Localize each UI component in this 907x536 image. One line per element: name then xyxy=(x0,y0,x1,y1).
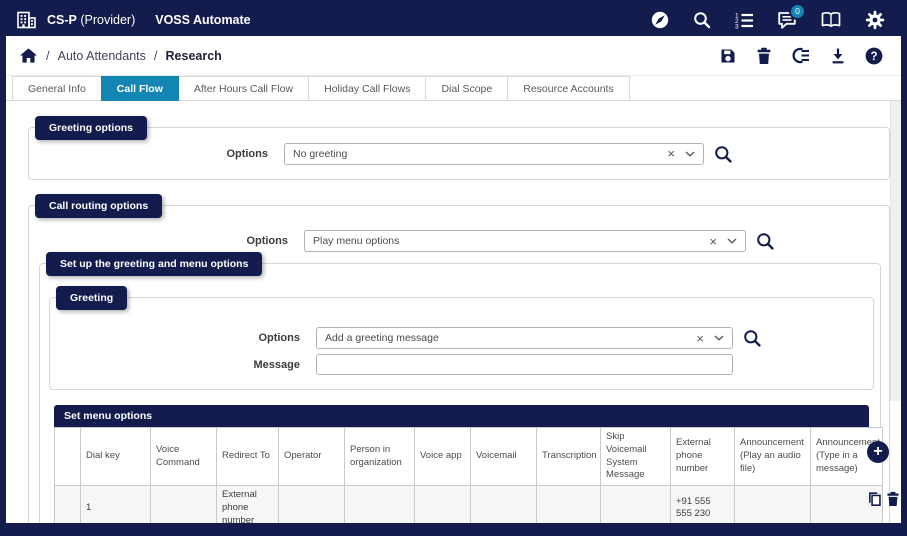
greeting-options-select[interactable]: No greeting × xyxy=(284,142,704,165)
column-header-person-in-organization: Person in organization xyxy=(344,426,415,487)
add-row-button[interactable]: + xyxy=(867,441,889,463)
table-cell-announcement-audio xyxy=(734,485,811,523)
top-bar: CS-P (Provider) VOSS Automate 1 2 3 0 xyxy=(6,0,901,36)
greeting-options-panel: Greeting options Options No greeting × xyxy=(28,116,890,180)
breadcrumb: / Auto Attendants / Research ? xyxy=(6,36,901,76)
set-menu-options-section: Set menu options Dial key Voice Command … xyxy=(54,405,899,523)
breadcrumb-research: Research xyxy=(165,48,222,63)
column-header-dial-key: Dial key xyxy=(80,426,151,487)
clear-icon[interactable]: × xyxy=(696,332,704,345)
tab-general-info[interactable]: General Info xyxy=(12,76,102,100)
app-title: VOSS Automate xyxy=(155,13,251,27)
download-icon[interactable] xyxy=(830,47,846,65)
clone-icon[interactable] xyxy=(791,47,811,64)
greeting-title: Greeting xyxy=(56,286,128,310)
lookup-search-icon[interactable] xyxy=(714,145,732,163)
chat-icon[interactable]: 0 xyxy=(777,4,804,30)
table-cell-external-phone: +91 555 555 230 xyxy=(670,485,735,523)
options-label: Options xyxy=(258,332,300,344)
building-icon[interactable] xyxy=(16,10,38,30)
column-header-voice-app: Voice app xyxy=(414,426,471,487)
gear-icon[interactable] xyxy=(865,10,885,30)
tab-after-hours-call-flow[interactable]: After Hours Call Flow xyxy=(177,76,310,100)
greeting-panel: Greeting Options Add a greeting message … xyxy=(49,286,874,390)
vertical-scrollbar[interactable] xyxy=(890,101,901,401)
home-icon[interactable] xyxy=(19,47,38,64)
table-cell-operator xyxy=(278,485,345,523)
help-icon[interactable]: ? xyxy=(865,47,883,65)
table-actions-gutter: + xyxy=(865,427,899,523)
greeting-select[interactable]: Add a greeting message × xyxy=(316,327,733,349)
call-routing-options-panel: Call routing options Options Play menu o… xyxy=(28,194,899,523)
main-window: / Auto Attendants / Research ? General I… xyxy=(6,36,901,523)
tab-resource-accounts[interactable]: Resource Accounts xyxy=(507,76,630,100)
org-name: CS-P xyxy=(47,13,77,27)
column-header-redirect-to: Redirect To xyxy=(216,426,279,487)
svg-text:3: 3 xyxy=(735,23,739,29)
column-header-voice-command: Voice Command xyxy=(150,426,217,487)
greeting-options-title: Greeting options xyxy=(35,116,147,140)
breadcrumb-auto-attendants[interactable]: Auto Attendants xyxy=(58,49,146,63)
chevron-down-icon[interactable] xyxy=(714,335,724,341)
selected-value: No greeting xyxy=(293,147,348,160)
selected-value: Play menu options xyxy=(313,235,400,247)
org-title: CS-P (Provider) xyxy=(47,13,135,27)
table-cell-voicemail xyxy=(470,485,537,523)
options-label: Options xyxy=(226,147,268,160)
column-header-skip-voicemail: Skip Voicemail System Message xyxy=(600,426,671,487)
column-header-voicemail: Voicemail xyxy=(470,426,537,487)
tab-call-flow[interactable]: Call Flow xyxy=(100,76,179,101)
clear-icon[interactable]: × xyxy=(667,147,675,160)
options-label: Options xyxy=(246,235,288,247)
chevron-down-icon[interactable] xyxy=(685,150,695,157)
menu-options-table: Dial key Voice Command Redirect To Opera… xyxy=(54,426,883,523)
breadcrumb-separator: / xyxy=(153,48,158,63)
setup-greeting-menu-panel: Set up the greeting and menu options Gre… xyxy=(39,252,899,523)
table-cell-voice-command xyxy=(150,485,217,523)
tab-bar: General Info Call Flow After Hours Call … xyxy=(6,76,901,101)
column-header-external-phone: External phone number xyxy=(670,426,735,487)
lookup-search-icon[interactable] xyxy=(743,329,761,347)
delete-icon[interactable] xyxy=(756,47,772,65)
column-header xyxy=(54,426,81,487)
tab-holiday-call-flows[interactable]: Holiday Call Flows xyxy=(308,76,427,100)
copy-row-icon[interactable] xyxy=(867,491,882,507)
tab-dial-scope[interactable]: Dial Scope xyxy=(425,76,509,100)
selected-value: Add a greeting message xyxy=(325,332,439,344)
breadcrumb-separator: / xyxy=(46,48,50,63)
table-cell xyxy=(54,485,81,523)
form-content: Greeting options Options No greeting × C… xyxy=(6,101,901,523)
chevron-down-icon[interactable] xyxy=(727,238,737,244)
message-label: Message xyxy=(253,358,300,371)
table-cell-person-in-organization xyxy=(344,485,415,523)
notification-badge: 0 xyxy=(791,4,804,18)
table-row: 1 External phone number +91 555 555 230 xyxy=(54,485,883,523)
table-cell-redirect-to: External phone number xyxy=(216,485,279,523)
lookup-search-icon[interactable] xyxy=(756,232,774,250)
org-suffix: (Provider) xyxy=(80,13,136,27)
book-icon[interactable] xyxy=(820,11,842,29)
table-header-row: Dial key Voice Command Redirect To Opera… xyxy=(54,426,883,487)
search-icon[interactable] xyxy=(693,11,711,29)
message-input[interactable] xyxy=(316,354,733,375)
numbered-list-icon[interactable]: 1 2 3 xyxy=(734,12,754,29)
clear-icon[interactable]: × xyxy=(709,235,717,248)
set-menu-options-title: Set menu options xyxy=(54,405,869,427)
save-icon[interactable] xyxy=(719,47,737,65)
compass-icon[interactable] xyxy=(650,10,670,30)
column-header-transcription: Transcription xyxy=(536,426,601,487)
setup-greeting-menu-title: Set up the greeting and menu options xyxy=(46,252,263,276)
svg-text:?: ? xyxy=(870,51,877,63)
delete-row-icon[interactable] xyxy=(886,491,900,507)
call-routing-options-title: Call routing options xyxy=(35,194,163,218)
table-cell-voice-app xyxy=(414,485,471,523)
table-cell-skip-voicemail xyxy=(600,485,671,523)
table-cell-dial-key: 1 xyxy=(80,485,151,523)
column-header-announcement-audio: Announcement (Play an audio file) xyxy=(734,426,811,487)
call-routing-options-select[interactable]: Play menu options × xyxy=(304,230,746,252)
table-cell-transcription xyxy=(536,485,601,523)
column-header-operator: Operator xyxy=(278,426,345,487)
